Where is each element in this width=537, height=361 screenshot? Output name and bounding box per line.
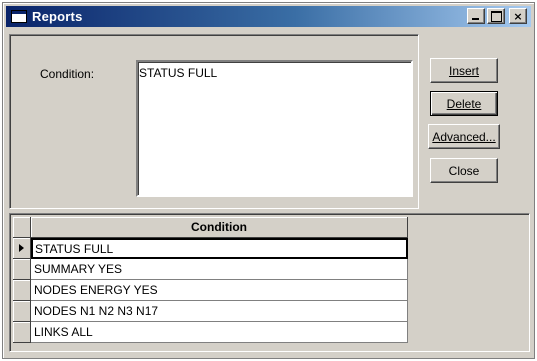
conditions-grid: Condition STATUS FULL SUMMARY YES NODES … xyxy=(13,217,408,343)
condition-panel: Condition: STATUS FULL xyxy=(9,34,419,209)
table-cell[interactable]: STATUS FULL xyxy=(31,238,408,259)
reports-window: Reports × Condition: STATUS FULL Insert … xyxy=(2,2,535,359)
corner-cell[interactable] xyxy=(13,217,31,238)
window-icon xyxy=(11,10,27,23)
delete-button[interactable]: Delete xyxy=(430,91,498,116)
table-cell[interactable]: SUMMARY YES xyxy=(31,259,408,280)
advanced-button[interactable]: Advanced... xyxy=(428,124,500,149)
grid-header-row: Condition xyxy=(13,217,408,238)
close-window-button[interactable]: × xyxy=(509,8,527,24)
row-indicator[interactable] xyxy=(13,301,31,322)
advanced-button-label: Advanced... xyxy=(432,129,496,144)
maximize-button[interactable] xyxy=(487,8,505,24)
row-indicator[interactable] xyxy=(13,259,31,280)
table-row[interactable]: STATUS FULL xyxy=(13,238,408,259)
table-row[interactable]: NODES ENERGY YES xyxy=(13,280,408,301)
table-cell[interactable]: LINKS ALL xyxy=(31,322,408,343)
table-cell[interactable]: NODES N1 N2 N3 N17 xyxy=(31,301,408,322)
insert-button-label: Insert xyxy=(448,63,479,78)
insert-button[interactable]: Insert xyxy=(430,58,498,83)
minimize-button[interactable] xyxy=(467,8,485,24)
table-cell[interactable]: NODES ENERGY YES xyxy=(31,280,408,301)
row-indicator[interactable] xyxy=(13,322,31,343)
minimize-icon xyxy=(472,18,479,20)
delete-button-label: Delete xyxy=(446,96,482,111)
table-row[interactable]: SUMMARY YES xyxy=(13,259,408,280)
table-row[interactable]: NODES N1 N2 N3 N17 xyxy=(13,301,408,322)
title-buttons: × xyxy=(467,8,527,24)
condition-input[interactable]: STATUS FULL xyxy=(136,60,413,197)
close-button[interactable]: Close xyxy=(430,158,498,183)
window-title: Reports xyxy=(32,9,83,24)
close-icon: × xyxy=(513,9,523,23)
maximize-icon xyxy=(491,11,502,22)
close-button-label: Close xyxy=(448,163,480,178)
column-header-condition[interactable]: Condition xyxy=(31,217,408,238)
table-row[interactable]: LINKS ALL xyxy=(13,322,408,343)
row-indicator[interactable] xyxy=(13,280,31,301)
conditions-grid-area: Condition STATUS FULL SUMMARY YES NODES … xyxy=(9,213,530,352)
title-bar[interactable]: Reports × xyxy=(6,6,531,27)
row-indicator[interactable] xyxy=(13,238,31,259)
condition-label: Condition: xyxy=(40,67,95,81)
current-row-arrow-icon xyxy=(19,244,24,252)
